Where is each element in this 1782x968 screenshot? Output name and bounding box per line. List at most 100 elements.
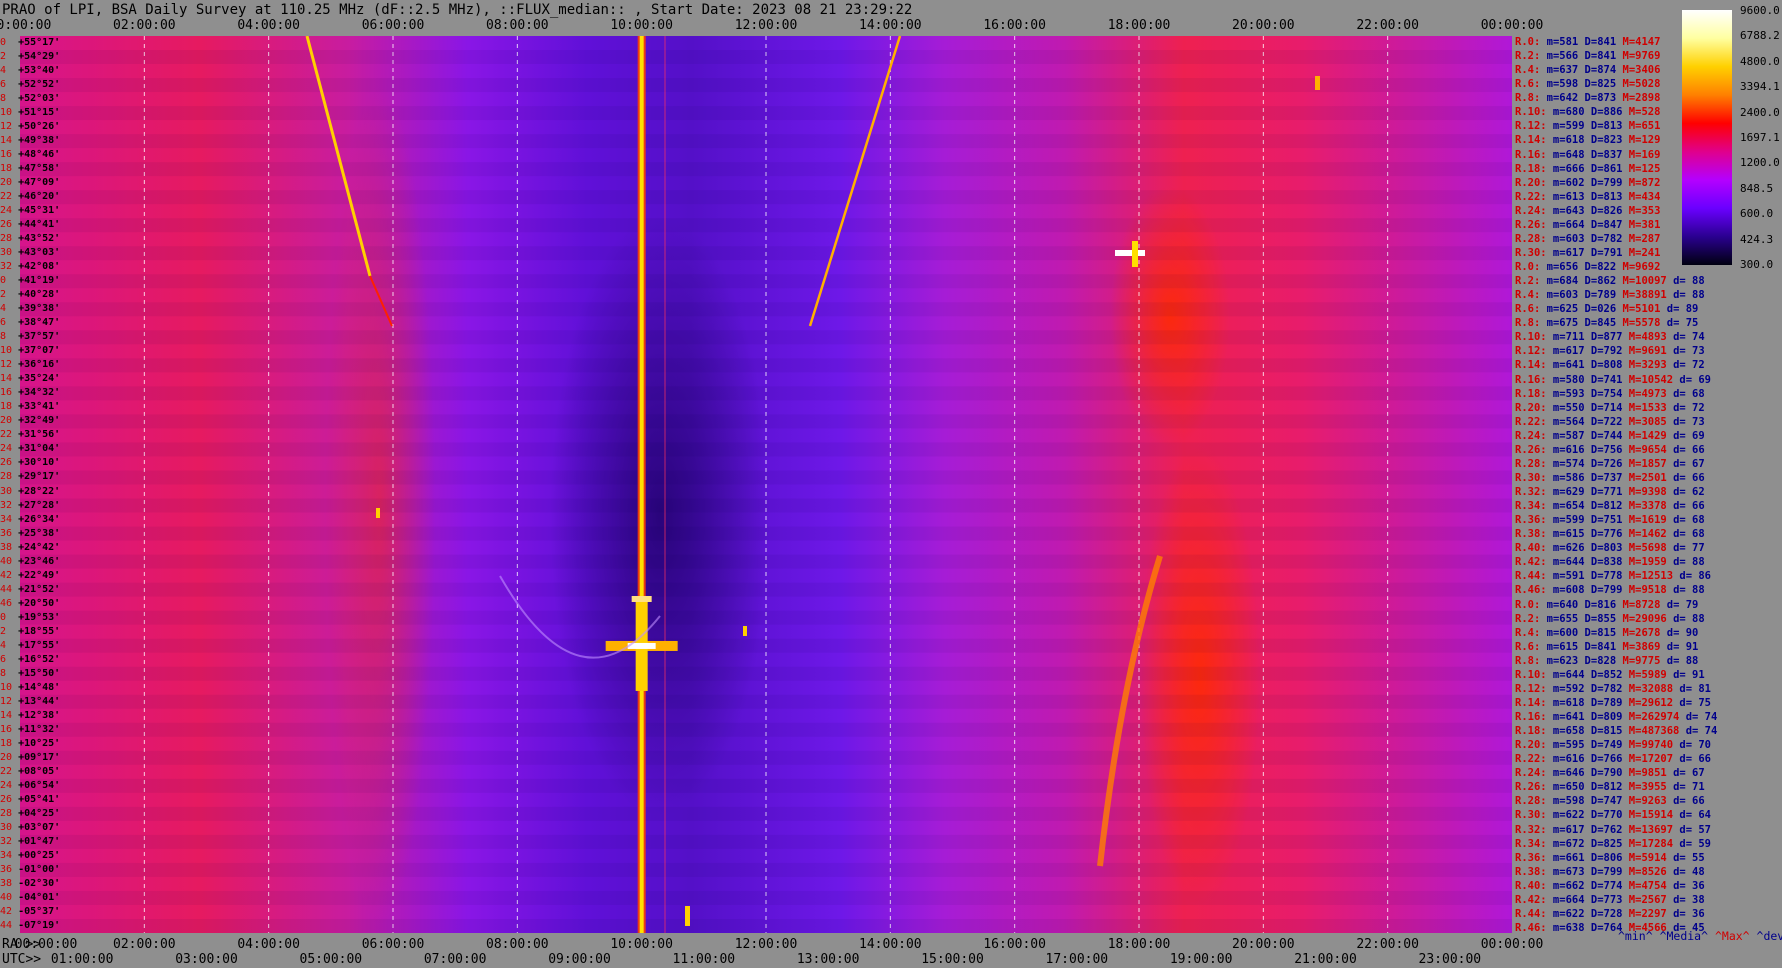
row-declination: +14°48' xyxy=(18,681,61,693)
stats-field: d= 67 xyxy=(1666,457,1705,470)
row-index: 6 xyxy=(0,653,19,665)
stats-field: d= 72 xyxy=(1666,401,1705,414)
stats-field: D=790 xyxy=(1584,767,1623,780)
stats-row: R.10: m=680 D=886 M=528 xyxy=(1515,106,1660,118)
stats-field: d= 74 xyxy=(1666,331,1705,344)
y-axis-label: 8 +52°03' xyxy=(0,93,60,105)
heatmap-plot xyxy=(20,36,1512,933)
stats-field: m=599 xyxy=(1546,514,1585,527)
stats-field: R.14: xyxy=(1515,696,1547,709)
row-declination: +25°38' xyxy=(18,527,61,539)
stats-field: M=4893 xyxy=(1622,331,1667,344)
stats-field: m=608 xyxy=(1546,584,1585,597)
legend-min: ^min^ xyxy=(1618,929,1653,943)
stats-row: R.12: m=617 D=792 M=9691 d= 73 xyxy=(1515,345,1705,357)
stats-field: d= 91 xyxy=(1666,668,1705,681)
stats-field: d= 57 xyxy=(1673,823,1711,836)
stats-field: R.4: xyxy=(1515,64,1541,77)
stats-field: M=9769 xyxy=(1616,50,1661,63)
stats-row: R.26: m=650 D=812 M=3955 d= 71 xyxy=(1515,781,1705,793)
stats-field: M=8526 xyxy=(1622,865,1667,878)
stats-field: R.2: xyxy=(1515,612,1541,625)
row-declination: +00°25' xyxy=(18,849,61,861)
y-axis-label: 10 +37°07' xyxy=(0,345,60,357)
stats-row: R.4: m=603 D=789 M=38891 d= 88 xyxy=(1515,289,1705,301)
row-index: 14 xyxy=(0,135,19,147)
row-band xyxy=(20,246,1512,261)
stats-field: M=17207 xyxy=(1622,753,1674,766)
stats-row: R.4: m=637 D=874 M=3406 xyxy=(1515,64,1660,76)
stats-field: d= 88 xyxy=(1666,289,1705,302)
stats-field: R.20: xyxy=(1515,739,1547,752)
gal-source-v xyxy=(1132,241,1138,267)
stats-field: m=664 xyxy=(1546,893,1585,906)
stats-field: D=841 xyxy=(1578,640,1617,653)
stats-row: R.2: m=684 D=862 M=10097 d= 88 xyxy=(1515,275,1705,287)
stats-field: m=661 xyxy=(1546,851,1585,864)
stats-field: d= 71 xyxy=(1666,781,1705,794)
stats-field: D=825 xyxy=(1578,78,1617,91)
stats-field: D=845 xyxy=(1578,317,1617,330)
stats-field: D=874 xyxy=(1578,64,1617,77)
stats-field: D=847 xyxy=(1584,218,1623,231)
stats-field: M=29612 xyxy=(1622,696,1674,709)
stats-field: M=434 xyxy=(1622,190,1661,203)
stats-field: M=5578 xyxy=(1616,317,1661,330)
stats-field: m=600 xyxy=(1540,626,1579,639)
y-axis-label: 4 +53°40' xyxy=(0,65,60,77)
stats-field: m=603 xyxy=(1540,289,1579,302)
stats-field: M=129 xyxy=(1622,134,1661,147)
stats-field: m=664 xyxy=(1546,218,1585,231)
stats-field: M=5698 xyxy=(1622,542,1667,555)
stats-field: d= 70 xyxy=(1673,739,1711,752)
y-axis-label: 4 +39°38' xyxy=(0,303,60,315)
stats-row: R.26: m=664 D=847 M=381 xyxy=(1515,219,1660,231)
x-top-tick: 20:00:00 xyxy=(1232,18,1295,33)
stats-field: R.46: xyxy=(1515,921,1547,934)
stats-field: D=749 xyxy=(1584,739,1623,752)
row-index: 26 xyxy=(0,219,19,231)
row-index: 8 xyxy=(0,667,19,679)
stats-field: R.24: xyxy=(1515,767,1547,780)
stats-field: M=528 xyxy=(1622,106,1661,119)
row-declination: +16°52' xyxy=(18,653,61,665)
stats-field: D=806 xyxy=(1584,851,1623,864)
row-declination: +09°17' xyxy=(18,751,61,763)
stats-field: m=641 xyxy=(1546,711,1585,723)
y-axis-label: 42 +22°49' xyxy=(0,570,60,582)
row-declination: +05°41' xyxy=(18,793,61,805)
stats-field: m=586 xyxy=(1546,471,1585,484)
row-index: 8 xyxy=(0,93,19,105)
x-ra-tick: 14:00:00 xyxy=(859,937,922,952)
stats-field: M=3869 xyxy=(1616,640,1661,653)
small-source xyxy=(1315,76,1320,90)
stats-row: R.18: m=666 D=861 M=125 xyxy=(1515,163,1660,175)
x-top-tick: 02:00:00 xyxy=(113,18,176,33)
y-axis-label: 6 +16°52' xyxy=(0,654,60,666)
stats-field: m=615 xyxy=(1546,528,1585,541)
stats-field: R.10: xyxy=(1515,668,1547,681)
y-axis-label: 14 +12°38' xyxy=(0,710,60,722)
legend-max: ^Max^ xyxy=(1714,929,1750,943)
row-index: 4 xyxy=(0,65,19,77)
row-declination: +19°53' xyxy=(18,611,61,623)
stats-field: d= 69 xyxy=(1666,429,1705,442)
stats-field: d= 66 xyxy=(1666,443,1705,456)
stats-field: d= 68 xyxy=(1666,387,1705,400)
y-axis-label: 18 +33°41' xyxy=(0,401,60,413)
y-axis-label: 40 -04°01' xyxy=(0,892,60,904)
stats-field: d= 69 xyxy=(1673,373,1711,386)
row-index: 34 xyxy=(0,513,19,525)
row-declination: +31°56' xyxy=(18,429,61,441)
row-declination: +31°04' xyxy=(18,443,61,455)
row-declination: +18°55' xyxy=(18,625,61,637)
row-declination: +29°17' xyxy=(18,471,61,483)
stats-field: m=658 xyxy=(1546,725,1585,738)
stats-field: M=3293 xyxy=(1622,359,1667,372)
stats-field: d= 36 xyxy=(1666,879,1705,892)
row-declination: +03°07' xyxy=(18,821,61,833)
stats-field: M=1533 xyxy=(1622,401,1667,414)
stats-field: d= 38 xyxy=(1666,893,1705,906)
stats-row: R.10: m=644 D=852 M=5989 d= 91 xyxy=(1515,669,1705,681)
stats-field: D=789 xyxy=(1584,696,1623,709)
